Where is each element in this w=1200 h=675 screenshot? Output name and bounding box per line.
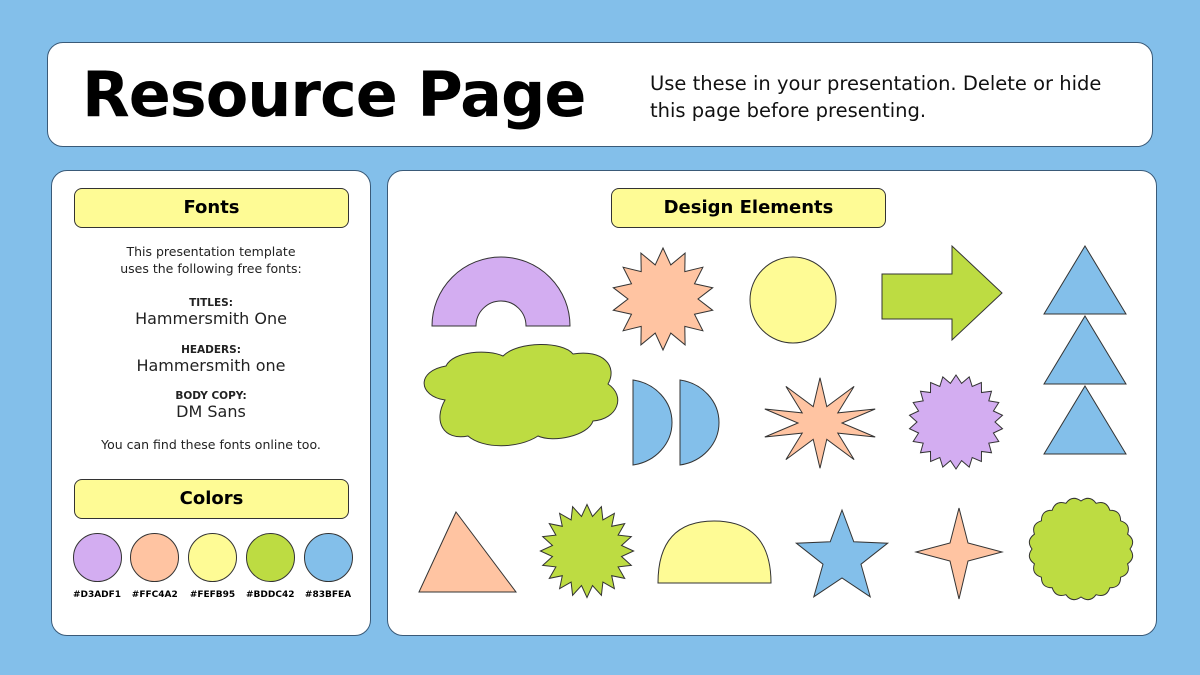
fonts-card: Fonts This presentation template uses th…	[51, 170, 371, 636]
fonts-heading: Fonts	[74, 188, 349, 228]
gear-badge-shape	[908, 374, 1004, 470]
swatch-dot	[72, 533, 122, 582]
triangle-stack-item	[1043, 245, 1127, 315]
color-swatches: #D3ADF1 #FFC4A2 #FEFB95 #BDDC42 #83BFEA	[70, 533, 355, 600]
font-entry-headers: HEADERS: Hammersmith one	[52, 344, 370, 375]
font-name: DM Sans	[176, 402, 246, 421]
half-circle-right	[679, 379, 720, 466]
swatch-hex: #BDDC42	[246, 590, 295, 600]
scalloped-oval-shape	[1028, 497, 1134, 601]
design-elements-card: Design Elements	[387, 170, 1157, 636]
swatch-dot	[245, 533, 295, 582]
right-arrow-shape	[881, 244, 1003, 342]
half-circle-left	[632, 379, 673, 466]
five-point-star-shape	[794, 508, 890, 598]
fonts-outro: You can find these fonts online too.	[101, 437, 321, 452]
font-name: Hammersmith One	[135, 309, 287, 328]
four-point-star-shape	[914, 507, 1004, 600]
half-dome-shape	[657, 520, 772, 584]
font-label: HEADERS:	[181, 344, 241, 356]
swatch-hex: #83BFEA	[304, 590, 352, 600]
triangle-stack-item	[1043, 385, 1127, 455]
colors-heading: Colors	[74, 479, 349, 519]
spiky-star-shape	[764, 377, 876, 469]
font-entry-body: BODY COPY: DM Sans	[52, 390, 370, 421]
header-card: Resource Page Use these in your presenta…	[47, 42, 1153, 147]
triangle-stack-shape	[1043, 245, 1127, 455]
swatch-dot	[188, 533, 237, 582]
color-swatch: #83BFEA	[301, 533, 355, 600]
font-entry-titles: TITLES: Hammersmith One	[52, 297, 370, 328]
fonts-intro-line1: This presentation template	[126, 244, 296, 259]
swatch-hex: #D3ADF1	[72, 590, 122, 600]
cloud-shape	[423, 344, 619, 447]
swatch-hex: #FEFB95	[189, 590, 236, 600]
zigzag-seal-shape	[539, 503, 635, 599]
color-swatch: #BDDC42	[243, 533, 297, 600]
shapes-canvas	[418, 244, 1134, 601]
rainbow-arch-shape	[431, 256, 571, 327]
swatch-dot	[303, 533, 353, 582]
triangle-shape	[418, 511, 517, 593]
font-label: TITLES:	[189, 297, 233, 309]
starburst-shape	[612, 246, 714, 352]
fonts-intro-line2: uses the following free fonts:	[120, 261, 302, 276]
fonts-intro: This presentation template uses the foll…	[52, 243, 370, 277]
triangle-stack-item	[1043, 315, 1127, 385]
circle-shape	[749, 256, 837, 344]
page-title: Resource Page	[82, 58, 586, 131]
color-swatch: #D3ADF1	[70, 533, 124, 600]
color-swatch: #FFC4A2	[128, 533, 182, 600]
swatch-hex: #FFC4A2	[131, 590, 178, 600]
font-name: Hammersmith one	[136, 356, 286, 375]
double-half-circle-shape	[632, 379, 720, 466]
font-label: BODY COPY:	[175, 390, 247, 402]
swatch-dot	[130, 533, 180, 582]
page-subtitle: Use these in your presentation. Delete o…	[650, 72, 1102, 122]
color-swatch: #FEFB95	[186, 533, 240, 600]
